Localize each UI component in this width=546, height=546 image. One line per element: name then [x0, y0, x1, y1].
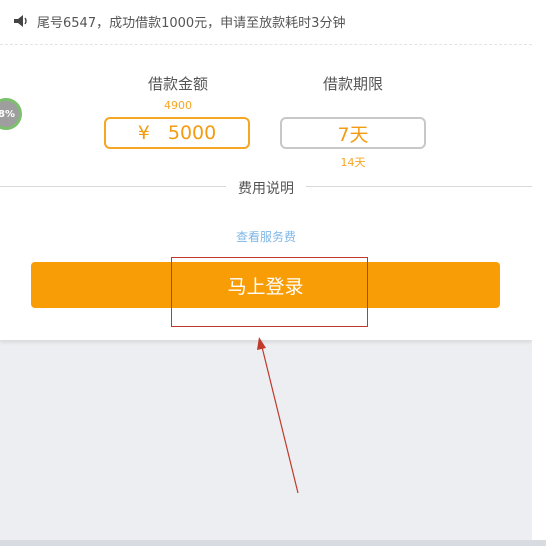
- notice-bar: 尾号6547，成功借款1000元，申请至放款耗时3分钟: [0, 0, 532, 45]
- term-hint: 14天: [340, 156, 366, 169]
- bottom-bar: [0, 540, 546, 546]
- notice-text: 尾号6547，成功借款1000元，申请至放款耗时3分钟: [37, 16, 346, 31]
- amount-hint: 4900: [164, 99, 192, 112]
- term-label: 借款期限: [322, 75, 383, 93]
- fee-explanation-heading: 费用说明: [228, 178, 304, 198]
- view-service-fee-link[interactable]: 查看服务费: [216, 228, 316, 245]
- annotation-highlight-box: [171, 257, 368, 327]
- progress-badge: 78%: [0, 98, 22, 130]
- right-edge-strip: [532, 0, 546, 546]
- divider-right: [306, 186, 532, 187]
- amount-input[interactable]: ¥ 5000: [104, 117, 250, 149]
- amount-label: 借款金额: [147, 75, 208, 93]
- amount-value: 5000: [167, 122, 217, 144]
- term-select[interactable]: 7天: [280, 117, 426, 149]
- currency-symbol: ¥: [137, 122, 150, 144]
- speaker-icon: [14, 15, 27, 27]
- divider-left: [0, 186, 226, 187]
